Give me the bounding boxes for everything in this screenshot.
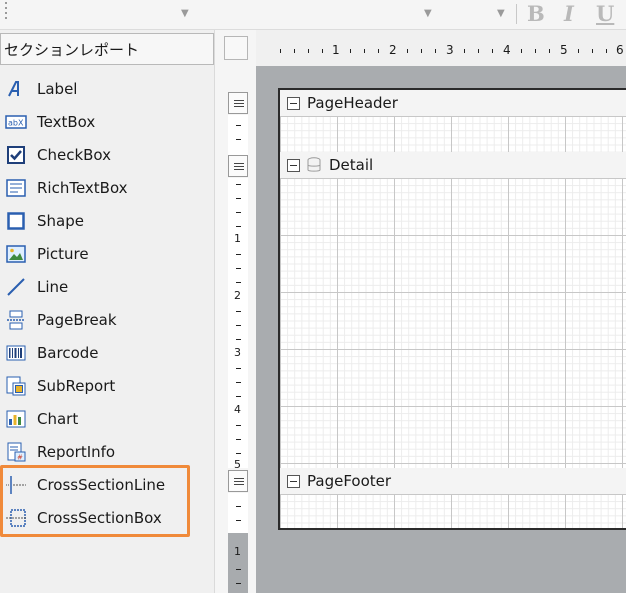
toolbox-item-checkbox-text: CheckBox	[37, 146, 112, 164]
horizontal-ruler: 1 2 3 4 5 6	[278, 40, 626, 62]
band-header-pageheader[interactable]: PageHeader	[280, 90, 626, 116]
band-label-pageheader: PageHeader	[307, 94, 398, 112]
toolbox-item-picture[interactable]: Picture	[0, 239, 210, 269]
toolbox-item-richtextbox[interactable]: RichTextBox	[0, 173, 210, 203]
vruler-number: 1	[234, 545, 241, 558]
hruler-number: 3	[446, 43, 454, 57]
toolbar-separator	[516, 4, 517, 24]
toolbox-item-textbox[interactable]: abX TextBox	[0, 107, 210, 137]
vruler-number: 1	[234, 232, 241, 245]
toolbox-item-shape-text: Shape	[37, 212, 84, 230]
svg-text:#: #	[17, 454, 23, 462]
label-icon	[5, 78, 27, 100]
hruler-number: 6	[616, 43, 624, 57]
pageheader-resize-handle[interactable]	[228, 92, 248, 114]
toolbox-item-checkbox[interactable]: CheckBox	[0, 140, 210, 170]
vruler-number: 3	[234, 346, 241, 359]
bold-button[interactable]: B	[527, 1, 545, 26]
shape-icon	[5, 210, 27, 232]
font-size-dropdown-arrow[interactable]: ▼	[424, 8, 432, 19]
formatting-toolbar: ▼ ▼ ▼ B I U	[0, 0, 626, 30]
collapse-icon[interactable]	[287, 96, 300, 110]
font-name-dropdown-arrow[interactable]: ▼	[181, 8, 189, 19]
toolbox-item-richtextbox-text: RichTextBox	[37, 179, 128, 197]
band-label-pagefooter: PageFooter	[307, 472, 392, 490]
hruler-number: 1	[332, 43, 340, 57]
report-page: PageHeader Detail PageFooter	[278, 88, 626, 530]
band-label-detail: Detail	[329, 156, 374, 174]
toolbox-item-picture-text: Picture	[37, 245, 89, 263]
underline-button[interactable]: U	[596, 1, 614, 26]
toolbox-item-reportinfo[interactable]: # ReportInfo	[0, 437, 210, 467]
toolbox-panel: セクションレポート Label abX TextBox CheckBox Ric…	[0, 30, 214, 593]
toolbox-item-reportinfo-text: ReportInfo	[37, 443, 116, 461]
toolbox-item-subreport-text: SubReport	[37, 377, 116, 395]
style-dropdown-arrow[interactable]: ▼	[497, 8, 505, 19]
hruler-number: 2	[389, 43, 397, 57]
toolbox-item-pagebreak[interactable]: PageBreak	[0, 305, 210, 335]
toolbox-item-label[interactable]: Label	[0, 74, 210, 104]
collapse-icon[interactable]	[287, 158, 300, 172]
vruler-number: 2	[234, 289, 241, 302]
database-icon	[307, 157, 321, 173]
vertical-ruler: 1 2 3 4 5 1	[228, 88, 248, 593]
checkbox-icon	[5, 144, 27, 166]
pagefooter-section[interactable]	[280, 494, 626, 528]
svg-text:abX: abX	[8, 119, 24, 128]
picture-icon	[5, 243, 27, 265]
hruler-number: 4	[503, 43, 511, 57]
toolbox-item-subreport[interactable]: SubReport	[0, 371, 210, 401]
chart-icon	[5, 408, 27, 430]
vruler-number: 4	[234, 403, 241, 416]
textbox-icon: abX	[5, 111, 27, 133]
toolbox-item-barcode[interactable]: Barcode	[0, 338, 210, 368]
toolbar-grip[interactable]	[5, 2, 9, 24]
italic-button[interactable]: I	[564, 1, 574, 26]
subreport-icon	[5, 375, 27, 397]
collapse-icon[interactable]	[287, 474, 300, 488]
toolbox-item-shape[interactable]: Shape	[0, 206, 210, 236]
vruler-pagefooter-segment	[228, 493, 248, 533]
ruler-corner-button[interactable]	[224, 36, 248, 60]
detail-section[interactable]	[280, 178, 626, 468]
pageheader-section[interactable]	[280, 116, 626, 152]
report-type-selector[interactable]: セクションレポート	[0, 33, 214, 65]
pagebreak-icon	[5, 309, 27, 331]
line-icon	[5, 276, 27, 298]
vruler-pageheader-segment	[228, 115, 248, 155]
vruler-outside-segment: 1	[228, 533, 248, 593]
detail-resize-handle[interactable]	[228, 155, 248, 177]
toolbox-item-pagebreak-text: PageBreak	[37, 311, 117, 329]
reportinfo-icon: #	[5, 441, 27, 463]
design-surface: PageHeader Detail PageFooter	[256, 66, 626, 593]
band-header-pagefooter[interactable]: PageFooter	[280, 468, 626, 494]
toolbox-item-line[interactable]: Line	[0, 272, 210, 302]
vruler-detail-segment: 1 2 3 4 5	[228, 178, 248, 471]
crosssection-highlight-box	[0, 465, 190, 537]
pagefooter-resize-handle[interactable]	[228, 470, 248, 492]
report-designer: ▼ ▼ ▼ B I U セクションレポート Label abX TextBox …	[0, 0, 626, 593]
barcode-icon	[5, 342, 27, 364]
toolbox-item-chart[interactable]: Chart	[0, 404, 210, 434]
toolbox-item-textbox-text: TextBox	[37, 113, 96, 131]
toolbox-item-barcode-text: Barcode	[37, 344, 99, 362]
hruler-number: 5	[560, 43, 568, 57]
band-header-detail[interactable]: Detail	[280, 152, 626, 178]
toolbox-item-line-text: Line	[37, 278, 69, 296]
toolbox-item-chart-text: Chart	[37, 410, 79, 428]
richtextbox-icon	[5, 177, 27, 199]
toolbox-item-label-text: Label	[37, 80, 78, 98]
